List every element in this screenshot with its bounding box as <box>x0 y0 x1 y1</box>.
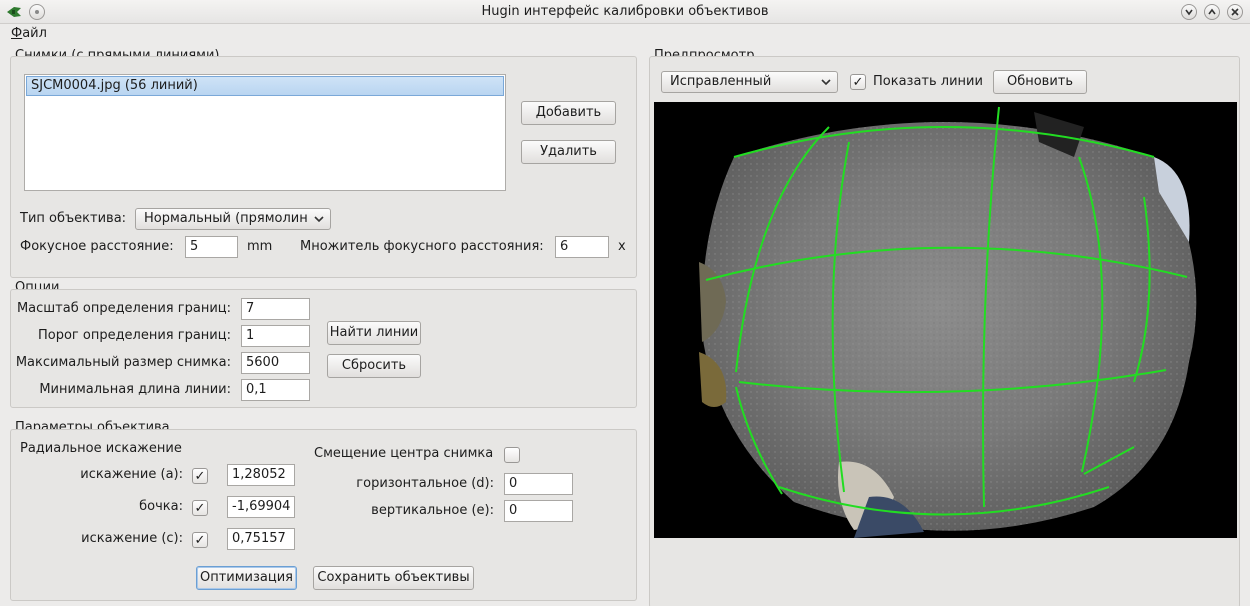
crop-factor-input[interactable]: 6 <box>555 236 609 258</box>
menu-bar: Файл <box>0 24 1250 46</box>
preview-image[interactable] <box>654 102 1237 538</box>
barrel-input[interactable]: -1,69904 <box>227 496 295 518</box>
chevron-down-icon <box>821 79 831 86</box>
barrel-label: бочка: <box>139 499 183 514</box>
max-size-label: Максимальный размер снимка: <box>15 355 231 370</box>
show-lines-checkbox[interactable]: ✓ <box>850 74 866 90</box>
lens-type-label: Тип объектива: <box>20 211 127 226</box>
barrel-checkbox[interactable]: ✓ <box>192 500 208 516</box>
window-title: Hugin интерфейс калибровки объективов <box>481 4 769 19</box>
shift-d-label: горизонтальное (d): <box>356 476 494 491</box>
edge-scale-label: Масштаб определения границ: <box>16 301 231 316</box>
preview-mode-value: Исправленный <box>670 74 772 89</box>
shift-e-input[interactable]: 0 <box>504 500 573 522</box>
distortion-c-label: искажение (c): <box>81 531 183 546</box>
optimize-button[interactable]: Оптимизация <box>196 566 297 590</box>
checkmark-icon: ✓ <box>852 74 864 90</box>
shift-d-input[interactable]: 0 <box>504 473 573 495</box>
menu-file[interactable]: Файл <box>10 26 48 41</box>
menu-file-mnemonic: Ф <box>11 26 23 41</box>
distortion-a-input[interactable]: 1,28052 <box>227 464 295 486</box>
distortion-a-label: искажение (a): <box>80 467 183 482</box>
focal-length-unit: mm <box>247 239 273 254</box>
add-image-button[interactable]: Добавить <box>521 101 616 125</box>
images-list[interactable]: SJCM0004.jpg (56 линий) <box>24 74 506 191</box>
focal-length-label: Фокусное расстояние: <box>20 239 174 254</box>
edge-scale-input[interactable]: 7 <box>241 298 310 320</box>
show-lines-label: Показать линии <box>873 74 983 89</box>
distortion-c-input[interactable]: 0,75157 <box>227 528 295 550</box>
chevron-down-icon <box>1185 9 1193 16</box>
preview-mode-select[interactable]: Исправленный <box>661 71 838 93</box>
crop-factor-unit: x <box>618 239 626 254</box>
checkmark-icon: ✓ <box>194 468 206 484</box>
edge-threshold-label: Порог определения границ: <box>37 328 231 343</box>
title-bar: Hugin интерфейс калибровки объективов <box>0 0 1250 24</box>
crop-factor-label: Множитель фокусного расстояния: <box>300 239 544 254</box>
maximize-button[interactable] <box>1204 4 1220 20</box>
checkmark-icon: ✓ <box>194 532 206 548</box>
distortion-c-checkbox[interactable]: ✓ <box>192 532 208 548</box>
edge-threshold-input[interactable]: 1 <box>241 325 310 347</box>
list-item[interactable]: SJCM0004.jpg (56 линий) <box>26 76 504 96</box>
save-lens-button[interactable]: Сохранить объективы <box>313 566 474 590</box>
min-line-input[interactable]: 0,1 <box>241 379 310 401</box>
center-shift-label: Смещение центра снимка <box>314 446 494 461</box>
focal-length-input[interactable]: 5 <box>185 236 238 258</box>
update-button[interactable]: Обновить <box>993 70 1087 94</box>
menu-file-label: айл <box>22 26 47 41</box>
remove-image-button[interactable]: Удалить <box>521 140 616 164</box>
lens-type-value: Нормальный (прямолин <box>144 211 308 226</box>
radial-distortion-label: Радиальное искажение <box>20 441 182 456</box>
distortion-a-checkbox[interactable]: ✓ <box>192 468 208 484</box>
corrected-fisheye-image <box>699 106 1197 538</box>
chevron-up-icon <box>1208 8 1216 15</box>
max-size-input[interactable]: 5600 <box>241 352 310 374</box>
min-line-label: Минимальная длина линии: <box>39 382 231 397</box>
minimize-button[interactable] <box>1181 4 1197 20</box>
find-lines-button[interactable]: Найти линии <box>327 321 421 345</box>
close-icon <box>1231 8 1239 16</box>
lens-type-select[interactable]: Нормальный (прямолин <box>135 208 331 230</box>
close-button[interactable] <box>1227 4 1243 20</box>
shift-e-label: вертикальное (e): <box>371 503 494 518</box>
reset-button[interactable]: Сбросить <box>327 354 421 378</box>
chevron-down-icon <box>314 216 324 223</box>
checkmark-icon: ✓ <box>194 500 206 516</box>
center-shift-checkbox[interactable] <box>504 447 520 463</box>
